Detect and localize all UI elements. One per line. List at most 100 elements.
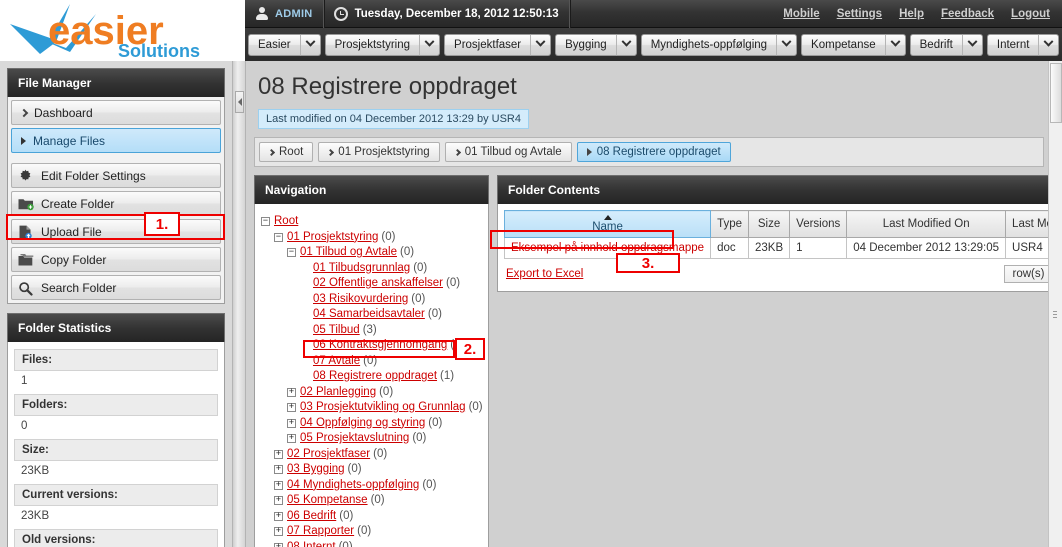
- tree-node[interactable]: +02 Planlegging (0): [261, 385, 482, 401]
- tree-node-link[interactable]: 06 Kontraktsgjennomgang: [313, 338, 447, 354]
- tree-node[interactable]: +05 Prosjektavslutning (0): [261, 431, 482, 447]
- menu-dropdown-kompetanse[interactable]: [884, 33, 906, 56]
- tree-node[interactable]: +02 Prosjektfaser (0): [261, 447, 482, 463]
- menu-button-kompetanse[interactable]: Kompetanse: [801, 33, 885, 56]
- tree-node[interactable]: −01 Prosjektstyring (0): [261, 230, 482, 246]
- menu-dropdown-myndighets-oppfolging[interactable]: [776, 33, 798, 56]
- sidebar-item-create-folder[interactable]: Create Folder: [11, 191, 221, 216]
- tree-node-link[interactable]: 03 Prosjektutvikling og Grunnlag: [300, 400, 466, 416]
- menu-dropdown-prosjektfaser[interactable]: [530, 33, 552, 56]
- tree-node-link[interactable]: 01 Prosjektstyring: [287, 230, 378, 246]
- tree-node[interactable]: 02 Offentlige anskaffelser (0): [261, 276, 482, 292]
- tree-node[interactable]: 06 Kontraktsgjennomgang (1): [261, 338, 482, 354]
- tree-expand-icon[interactable]: +: [274, 511, 283, 521]
- tree-node-link[interactable]: 05 Tilbud: [313, 323, 360, 339]
- tree-node-link[interactable]: 02 Prosjektfaser: [287, 447, 370, 463]
- file-link[interactable]: Eksempel på innhold oppdragsmappe: [511, 242, 704, 254]
- link-logout[interactable]: Logout: [1011, 8, 1050, 20]
- menu-button-prosjektfaser[interactable]: Prosjektfaser: [444, 33, 531, 56]
- tree-node-link[interactable]: Root: [274, 214, 298, 230]
- menu-button-internt[interactable]: Internt: [986, 33, 1039, 56]
- tree-expand-icon[interactable]: +: [287, 418, 296, 428]
- tree-node[interactable]: +05 Kompetanse (0): [261, 493, 482, 509]
- menu-button-bygging[interactable]: Bygging: [555, 33, 616, 56]
- tree-node-link[interactable]: 05 Kompetanse: [287, 493, 368, 509]
- tree-node[interactable]: +04 Myndighets-oppfølging (0): [261, 478, 482, 494]
- breadcrumb-item-root[interactable]: Root: [259, 142, 314, 162]
- tree-node[interactable]: +06 Bedrift (0): [261, 509, 482, 525]
- breadcrumb-item-01-prosjektstyring[interactable]: 01 Prosjektstyring: [318, 142, 440, 162]
- tree-expand-icon[interactable]: +: [287, 387, 296, 397]
- menu-dropdown-prosjektstyring[interactable]: [419, 33, 441, 56]
- column-header-last-modified-on[interactable]: Last Modified On: [846, 210, 1007, 238]
- tree-expand-icon[interactable]: +: [274, 542, 283, 547]
- brand-logo[interactable]: easier Solutions: [0, 0, 245, 61]
- sidebar-item-manage-files[interactable]: Manage Files: [11, 128, 221, 153]
- menu-dropdown-internt[interactable]: [1038, 33, 1060, 56]
- tree-node-link[interactable]: 01 Tilbud og Avtale: [300, 245, 397, 261]
- tree-collapse-icon[interactable]: −: [261, 217, 270, 227]
- tree-node-link[interactable]: 03 Risikovurdering: [313, 292, 408, 308]
- menu-dropdown-easier[interactable]: [299, 33, 321, 56]
- sidebar-item-copy-folder[interactable]: Copy Folder: [11, 247, 221, 272]
- menu-button-bedrift[interactable]: Bedrift: [909, 33, 962, 56]
- user-indicator[interactable]: ADMIN: [245, 0, 324, 28]
- sidebar-item-upload-file[interactable]: Upload File: [11, 219, 221, 244]
- column-header-versions[interactable]: Versions: [789, 210, 848, 238]
- tree-node-link[interactable]: 03 Bygging: [287, 462, 345, 478]
- tree-node[interactable]: +03 Bygging (0): [261, 462, 482, 478]
- tree-expand-icon[interactable]: +: [274, 465, 283, 475]
- menu-button-myndighets-oppfolging[interactable]: Myndighets-oppfølging: [640, 33, 777, 56]
- sidebar-item-edit-folder-settings[interactable]: Edit Folder Settings: [11, 163, 221, 188]
- tree-node-link[interactable]: 05 Prosjektavslutning: [300, 431, 409, 447]
- tree-expand-icon[interactable]: +: [274, 496, 283, 506]
- tree-node[interactable]: 04 Samarbeidsavtaler (0): [261, 307, 482, 323]
- menu-dropdown-bygging[interactable]: [615, 33, 637, 56]
- tree-node[interactable]: +07 Rapporter (0): [261, 524, 482, 540]
- tree-node-link[interactable]: 08 Internt: [287, 540, 336, 547]
- tree-node[interactable]: − Root: [261, 214, 482, 230]
- sidebar-item-search-folder[interactable]: Search Folder: [11, 275, 221, 300]
- column-header-type[interactable]: Type: [710, 210, 750, 238]
- column-header-name[interactable]: Name: [503, 210, 712, 238]
- tree-expand-icon[interactable]: +: [287, 434, 296, 444]
- link-feedback[interactable]: Feedback: [941, 8, 994, 20]
- tree-node-link[interactable]: 04 Oppfølging og styring: [300, 416, 425, 432]
- tree-node[interactable]: 05 Tilbud (3): [261, 323, 482, 339]
- scrollbar-thumb[interactable]: [1050, 63, 1062, 123]
- link-mobile[interactable]: Mobile: [783, 8, 819, 20]
- column-header-size[interactable]: Size: [748, 210, 791, 238]
- tree-node[interactable]: +08 Internt (0): [261, 540, 482, 547]
- tree-collapse-icon[interactable]: −: [274, 232, 283, 242]
- menu-button-prosjektstyring[interactable]: Prosjektstyring: [324, 33, 420, 56]
- menu-dropdown-bedrift[interactable]: [961, 33, 983, 56]
- link-help[interactable]: Help: [899, 8, 924, 20]
- tree-expand-icon[interactable]: +: [274, 527, 283, 537]
- tree-node-link[interactable]: 08 Registrere oppdraget: [313, 369, 437, 385]
- tree-node[interactable]: +03 Prosjektutvikling og Grunnlag (0): [261, 400, 483, 416]
- breadcrumb-item-01-tilbud-og-avtale[interactable]: 01 Tilbud og Avtale: [444, 142, 572, 162]
- tree-node[interactable]: −01 Tilbud og Avtale (0): [261, 245, 482, 261]
- page-scrollbar[interactable]: [1048, 61, 1062, 547]
- tree-node-link[interactable]: 06 Bedrift: [287, 509, 336, 525]
- tree-node-link[interactable]: 07 Avtale: [313, 354, 360, 370]
- splitter-collapse-handle[interactable]: [235, 91, 244, 113]
- sidebar-item-dashboard[interactable]: Dashboard: [11, 100, 221, 125]
- tree-collapse-icon[interactable]: −: [287, 248, 296, 258]
- tree-node[interactable]: +04 Oppfølging og styring (0): [261, 416, 482, 432]
- table-row[interactable]: Eksempel på innhold oppdragsmappe doc 23…: [503, 237, 1052, 259]
- export-to-excel-link[interactable]: Export to Excel: [506, 268, 583, 280]
- tree-node[interactable]: 03 Risikovurdering (0): [261, 292, 482, 308]
- tree-node-link[interactable]: 07 Rapporter: [287, 524, 354, 540]
- link-settings[interactable]: Settings: [837, 8, 882, 20]
- tree-expand-icon[interactable]: +: [274, 480, 283, 490]
- breadcrumb-item-08-registrere-oppdraget[interactable]: 08 Registrere oppdraget: [576, 142, 731, 162]
- tree-node[interactable]: 01 Tilbudsgrunnlag (0): [261, 261, 482, 277]
- tree-node-link[interactable]: 01 Tilbudsgrunnlag: [313, 261, 410, 277]
- tree-node[interactable]: 08 Registrere oppdraget (1): [261, 369, 482, 385]
- tree-node-link[interactable]: 04 Myndighets-oppfølging: [287, 478, 419, 494]
- tree-expand-icon[interactable]: +: [274, 449, 283, 459]
- menu-button-easier[interactable]: Easier: [248, 33, 300, 56]
- tree-node[interactable]: 07 Avtale (0): [261, 354, 482, 370]
- panel-splitter[interactable]: [232, 61, 246, 547]
